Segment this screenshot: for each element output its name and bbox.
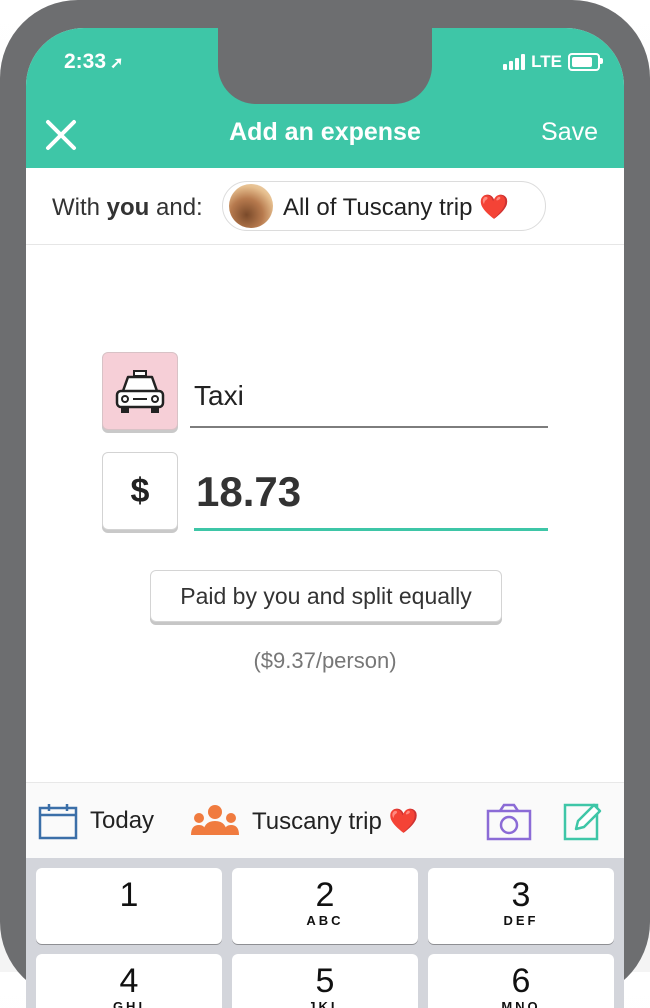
group-chip[interactable]: All of Tuscany trip ❤️ xyxy=(222,181,546,231)
amount-value: 18.73 xyxy=(196,468,302,515)
description-input[interactable]: Taxi xyxy=(190,372,548,428)
group-avatar xyxy=(229,184,273,228)
description-value: Taxi xyxy=(194,380,244,411)
status-time: 2:33 ➚ xyxy=(64,50,123,74)
heart-icon: ❤️ xyxy=(388,808,419,835)
key-number: 6 xyxy=(511,962,531,1000)
group-name: All of Tuscany trip xyxy=(283,194,473,221)
key-number: 5 xyxy=(315,962,335,1000)
key-number: 1 xyxy=(119,876,139,914)
with-label: With you and: xyxy=(52,194,203,222)
key-letters: MNO xyxy=(501,999,541,1008)
key-5[interactable]: 5 JKL xyxy=(232,954,418,1008)
amount-input[interactable]: 18.73 xyxy=(194,468,548,531)
key-1[interactable]: 1 xyxy=(36,868,222,944)
key-letters: ABC xyxy=(306,913,344,928)
key-letters: GHI xyxy=(112,999,146,1008)
key-4[interactable]: 4 GHI xyxy=(36,954,222,1008)
key-letters: JKL xyxy=(308,999,342,1008)
bottom-toolbar: Today Tuscany trip ❤️ xyxy=(26,782,624,859)
status-indicators: LTE xyxy=(503,52,603,72)
numeric-keypad: 1 2 ABC 3 DEF 4 GHI 5 JKL 6 MNO xyxy=(26,858,624,1008)
group-chip-label: All of Tuscany trip ❤️ xyxy=(283,193,509,222)
split-button[interactable]: Paid by you and split equally xyxy=(150,570,502,622)
top-bar: 2:33 ➚ LTE Add an expense Save xyxy=(26,28,624,168)
key-2[interactable]: 2 ABC xyxy=(232,868,418,944)
status-time-text: 2:33 xyxy=(64,50,107,73)
group-icon xyxy=(191,805,239,835)
group-selector[interactable]: Tuscany trip ❤️ xyxy=(252,807,418,836)
notch xyxy=(218,28,432,104)
with-row: With you and: All of Tuscany trip ❤️ xyxy=(26,168,624,245)
signal-bars-icon xyxy=(503,54,526,70)
with-you: you xyxy=(106,194,150,221)
per-person-amount: ($9.37/person) xyxy=(253,648,397,673)
network-label: LTE xyxy=(531,52,562,71)
taxi-icon xyxy=(115,370,165,413)
key-3[interactable]: 3 DEF xyxy=(428,868,614,944)
key-number: 3 xyxy=(511,876,531,914)
key-number: 4 xyxy=(119,962,139,1000)
with-suffix: and: xyxy=(149,194,203,221)
heart-icon: ❤️ xyxy=(479,194,509,221)
with-prefix: With xyxy=(52,194,107,221)
location-arrow-icon: ➚ xyxy=(110,55,124,72)
key-number: 2 xyxy=(315,876,335,914)
save-button[interactable]: Save xyxy=(541,118,598,147)
currency-button[interactable]: $ xyxy=(102,452,178,530)
date-button[interactable]: Today xyxy=(90,807,154,835)
camera-icon[interactable] xyxy=(486,803,532,841)
note-icon[interactable] xyxy=(562,801,604,841)
battery-icon xyxy=(568,53,603,71)
key-6[interactable]: 6 MNO xyxy=(428,954,614,1008)
calendar-icon[interactable] xyxy=(38,803,78,841)
group-selector-label: Tuscany trip xyxy=(252,808,382,835)
phone-frame: 2:33 ➚ LTE Add an expense Save With you a… xyxy=(0,0,650,1008)
app-screen: 2:33 ➚ LTE Add an expense Save With you a… xyxy=(26,28,624,1008)
page-title: Add an expense xyxy=(229,118,421,146)
key-letters: DEF xyxy=(503,913,539,928)
category-button[interactable] xyxy=(102,352,178,430)
